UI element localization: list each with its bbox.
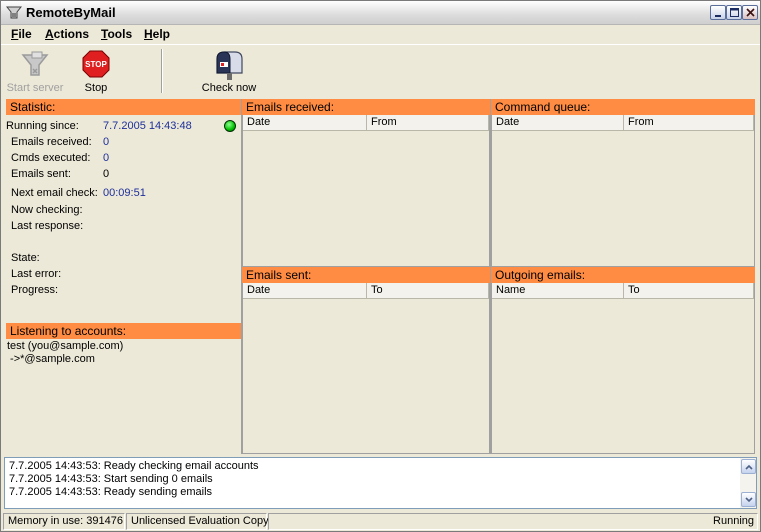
chevron-up-icon (744, 464, 753, 470)
stop-sign-icon: STOP (82, 50, 110, 78)
account-item[interactable]: test (you@sample.com) (7, 340, 123, 353)
outgoing-emails-header: Outgoing emails: (491, 267, 755, 283)
emails-sent-pane: Emails sent: Date To (242, 267, 490, 454)
close-icon (745, 8, 755, 17)
account-item[interactable]: ->*@sample.com (7, 353, 123, 366)
check-now-label: Check now (201, 82, 257, 94)
running-status: Running (268, 513, 758, 530)
memory-status: Memory in use: 391476 (3, 513, 125, 530)
emails-sent-label: Emails sent: (11, 168, 71, 180)
emails-sent-value: 0 (103, 168, 110, 180)
log-panel[interactable]: 7.7.2005 14:43:53: Ready checking email … (4, 457, 757, 509)
toolbar-separator (161, 49, 163, 93)
main-window: RemoteByMail File Actions Tools Help Sta… (0, 0, 761, 532)
column-name[interactable]: Name (492, 283, 624, 299)
chevron-down-icon (744, 496, 753, 502)
log-line: 7.7.2005 14:43:53: Start sending 0 email… (9, 473, 213, 485)
emails-received-pane: Emails received: Date From (242, 99, 490, 267)
menu-help[interactable]: Help (144, 27, 170, 41)
status-indicator-icon (224, 120, 236, 132)
stop-button[interactable]: STOP Stop (73, 45, 119, 97)
accounts-list: test (you@sample.com) ->*@sample.com (7, 340, 123, 366)
status-bar: Memory in use: 391476 Unlicensed Evaluat… (1, 511, 760, 531)
emails-received-header: Emails received: (242, 99, 490, 115)
accounts-pane: Listening to accounts: test (you@sample.… (6, 323, 241, 453)
menu-tools[interactable]: Tools (101, 27, 132, 41)
command-queue-pane: Command queue: Date From (491, 99, 755, 267)
running-since-value: 7.7.2005 14:43:48 (103, 120, 192, 132)
emails-sent-list[interactable]: Date To (242, 283, 490, 454)
title-bar[interactable]: RemoteByMail (1, 1, 760, 25)
scroll-up-button[interactable] (741, 459, 756, 474)
command-queue-list[interactable]: Date From (491, 115, 755, 267)
menu-bar: File Actions Tools Help (1, 25, 760, 43)
last-error-label: Last error: (11, 268, 62, 280)
next-check-label: Next email check: (11, 187, 98, 199)
window-title: RemoteByMail (26, 5, 116, 20)
column-to[interactable]: To (624, 283, 754, 299)
menu-file[interactable]: File (11, 27, 32, 41)
cmds-executed-label: Cmds executed: (11, 152, 91, 164)
emails-sent-header: Emails sent: (242, 267, 490, 283)
emails-received-label: Emails received: (11, 136, 92, 148)
close-button[interactable] (742, 5, 758, 20)
running-since-label: Running since: (6, 120, 79, 132)
column-date[interactable]: Date (243, 115, 367, 131)
last-response-label: Last response: (11, 220, 84, 232)
column-date[interactable]: Date (243, 283, 367, 299)
toolbar: Start server STOP Stop Check now (1, 44, 760, 96)
mailbox-icon (216, 51, 243, 80)
emails-received-list[interactable]: Date From (242, 115, 490, 267)
check-now-button[interactable]: Check now (197, 45, 261, 97)
progress-label: Progress: (11, 284, 59, 296)
accounts-header: Listening to accounts: (6, 323, 241, 339)
maximize-button[interactable] (726, 5, 742, 20)
emails-received-value: 0 (103, 136, 110, 148)
statistic-header: Statistic: (6, 99, 241, 115)
scroll-down-button[interactable] (741, 492, 756, 507)
minimize-icon (715, 14, 721, 17)
log-line: 7.7.2005 14:43:53: Ready checking email … (9, 460, 259, 472)
column-to[interactable]: To (367, 283, 489, 299)
log-line: 7.7.2005 14:43:53: Ready sending emails (9, 486, 213, 498)
outgoing-emails-list[interactable]: Name To (491, 283, 755, 454)
maximize-icon (729, 8, 739, 17)
outgoing-emails-pane: Outgoing emails: Name To (491, 267, 755, 454)
start-server-button[interactable]: Start server (5, 45, 65, 97)
log-scrollbar[interactable] (740, 458, 756, 508)
minimize-button[interactable] (710, 5, 726, 20)
command-queue-header: Command queue: (491, 99, 755, 115)
license-status: Unlicensed Evaluation Copy (126, 513, 269, 530)
state-label: State: (11, 252, 40, 264)
next-check-value: 00:09:51 (103, 187, 146, 199)
stop-sign-text: STOP (85, 60, 107, 69)
column-from[interactable]: From (367, 115, 489, 131)
now-checking-label: Now checking: (11, 204, 83, 216)
app-icon (6, 6, 22, 19)
cmds-executed-value: 0 (103, 152, 110, 164)
server-funnel-icon (21, 51, 49, 76)
column-from[interactable]: From (624, 115, 754, 131)
column-date[interactable]: Date (492, 115, 624, 131)
start-server-label: Start server (6, 82, 64, 94)
stop-label: Stop (84, 82, 108, 94)
menu-actions[interactable]: Actions (45, 27, 89, 41)
